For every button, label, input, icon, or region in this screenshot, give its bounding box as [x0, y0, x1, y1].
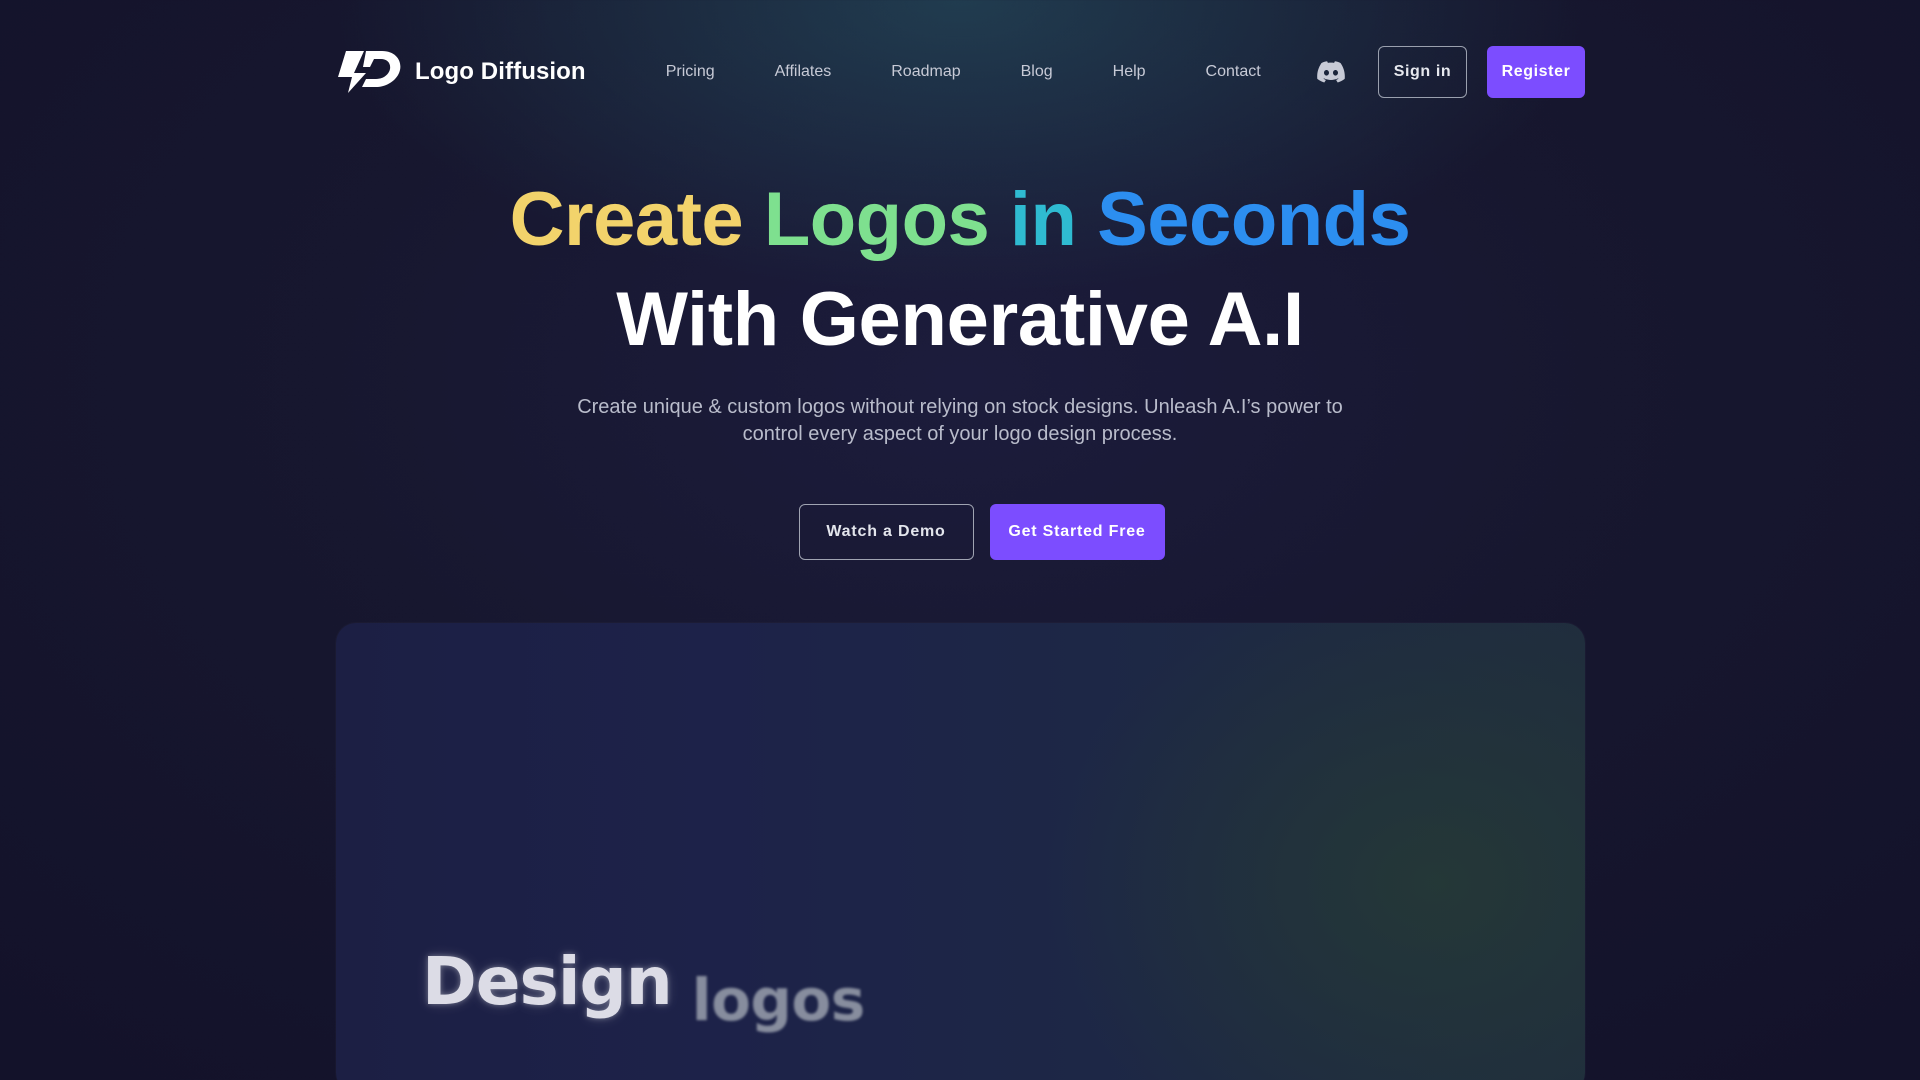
top-navigation: Logo Diffusion Pricing Affilates Roadmap…: [336, 45, 1585, 99]
hero-cta-group: Watch a Demo Get Started Free: [0, 504, 1920, 560]
hero-headline-line1: Create Logos in Seconds: [0, 170, 1920, 270]
showcase-word-design: Design: [422, 943, 673, 1020]
headline-word-in: in: [1009, 177, 1077, 262]
watch-demo-button[interactable]: Watch a Demo: [798, 504, 974, 560]
nav-links: Pricing Affilates Roadmap Blog Help Cont…: [666, 63, 1261, 81]
auth-actions: Sign in Register: [1378, 46, 1585, 98]
brand-name: Logo Diffusion: [415, 58, 586, 85]
showcase-word-logos: logos: [691, 966, 866, 1034]
hero-headline-line2: With Generative A.I: [616, 277, 1304, 362]
register-button[interactable]: Register: [1487, 46, 1585, 98]
nav-link-contact[interactable]: Contact: [1206, 63, 1261, 81]
logo-diffusion-mark-icon: [338, 51, 401, 93]
headline-word-seconds: Seconds: [1097, 177, 1411, 262]
nav-link-help[interactable]: Help: [1113, 63, 1146, 81]
brand-link[interactable]: Logo Diffusion: [336, 49, 586, 95]
hero-subtitle: Create unique & custom logos without rel…: [577, 396, 1343, 445]
sign-in-button[interactable]: Sign in: [1378, 46, 1467, 98]
discord-icon[interactable]: [1316, 61, 1345, 83]
headline-word-create: Create: [509, 177, 744, 262]
page: Logo Diffusion Pricing Affilates Roadmap…: [0, 0, 1920, 1080]
showcase-panel: Design logos: [336, 623, 1585, 1080]
get-started-button[interactable]: Get Started Free: [989, 504, 1165, 560]
nav-link-blog[interactable]: Blog: [1021, 63, 1053, 81]
nav-link-affiliates[interactable]: Affilates: [775, 63, 832, 81]
headline-word-logos: Logos: [763, 177, 990, 262]
showcase-animated-text: Design logos: [422, 943, 865, 1034]
nav-link-roadmap[interactable]: Roadmap: [891, 63, 960, 81]
nav-link-pricing[interactable]: Pricing: [666, 63, 715, 81]
